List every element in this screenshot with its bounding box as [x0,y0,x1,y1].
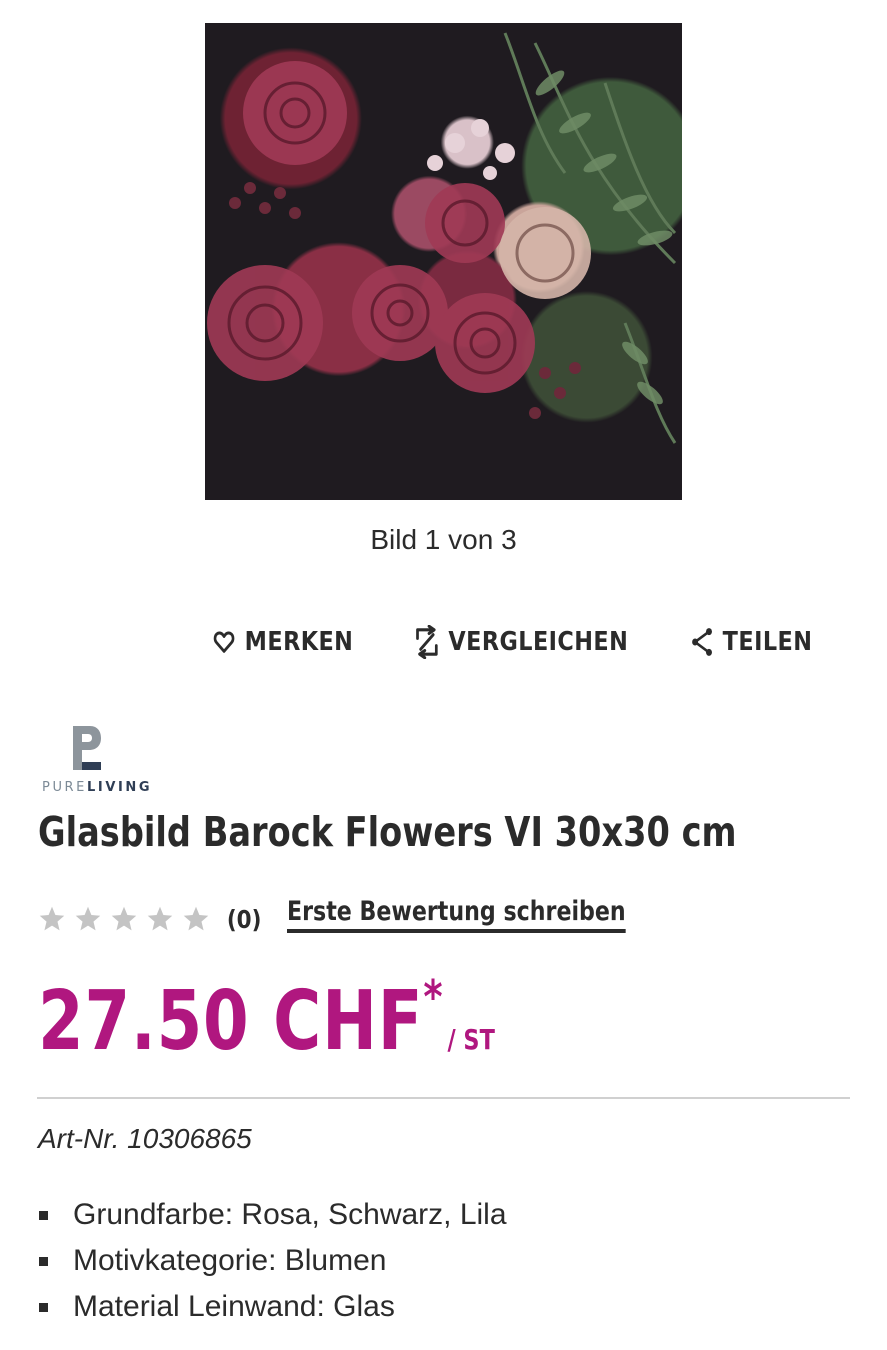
product-actions: MERKEN VERGLEICHEN TEILEN [0,620,887,664]
star-rating [38,905,210,933]
review-count: (0) [226,904,262,934]
image-counter: Bild 1 von 3 [370,524,517,555]
article-number: Art-Nr. 10306865 [38,1123,252,1154]
divider [37,1097,850,1099]
star-empty-icon [147,906,173,931]
vergleichen-label: VERGLEICHEN [448,627,629,657]
pureliving-logo-icon [73,726,101,770]
feature-text: Material Leinwand: Glas [73,1290,395,1323]
teilen-label: TEILEN [722,627,813,657]
feature-text: Motivkategorie: Blumen [73,1244,387,1277]
compare-arrows-icon [416,625,438,659]
price: 27.50 CHF*/ ST [38,970,495,1069]
list-item: Motivkategorie: Blumen [38,1238,507,1284]
flower-bouquet-image [207,32,677,444]
merken-label: MERKEN [244,627,354,657]
rating-row: (0) [38,896,264,942]
share-icon [692,628,712,656]
list-item: Material Leinwand: Glas [38,1284,507,1330]
brand-name-living: LIVING [87,780,153,795]
vergleichen-button[interactable]: VERGLEICHEN [414,620,628,664]
merken-button[interactable]: MERKEN [212,620,353,664]
bullet-icon [39,1257,48,1266]
price-asterisk: * [423,970,443,1024]
feature-text: Grundfarbe: Rosa, Schwarz, Lila [73,1198,507,1231]
star-empty-icon [75,906,101,931]
bullet-icon [39,1211,48,1220]
star-empty-icon [111,906,137,931]
star-empty-icon [183,906,209,931]
price-unit: / ST [447,1023,495,1056]
write-review-link[interactable]: Erste Bewertung schreiben [287,896,626,933]
star-empty-icon [39,906,65,931]
price-amount: 27.50 CHF [38,974,424,1069]
brand-logo[interactable]: PURELIVING [40,722,150,798]
brand-name-pure: PURE [42,780,88,795]
brand-name: PURELIVING [42,780,152,795]
heart-icon [213,631,235,653]
list-item: Grundfarbe: Rosa, Schwarz, Lila [38,1192,507,1238]
teilen-button[interactable]: TEILEN [690,620,812,664]
feature-list: Grundfarbe: Rosa, Schwarz, Lila Motivkat… [38,1192,507,1330]
product-image[interactable] [205,23,682,500]
bullet-icon [39,1303,48,1312]
product-title: Glasbild Barock Flowers VI 30x30 cm [38,808,737,856]
